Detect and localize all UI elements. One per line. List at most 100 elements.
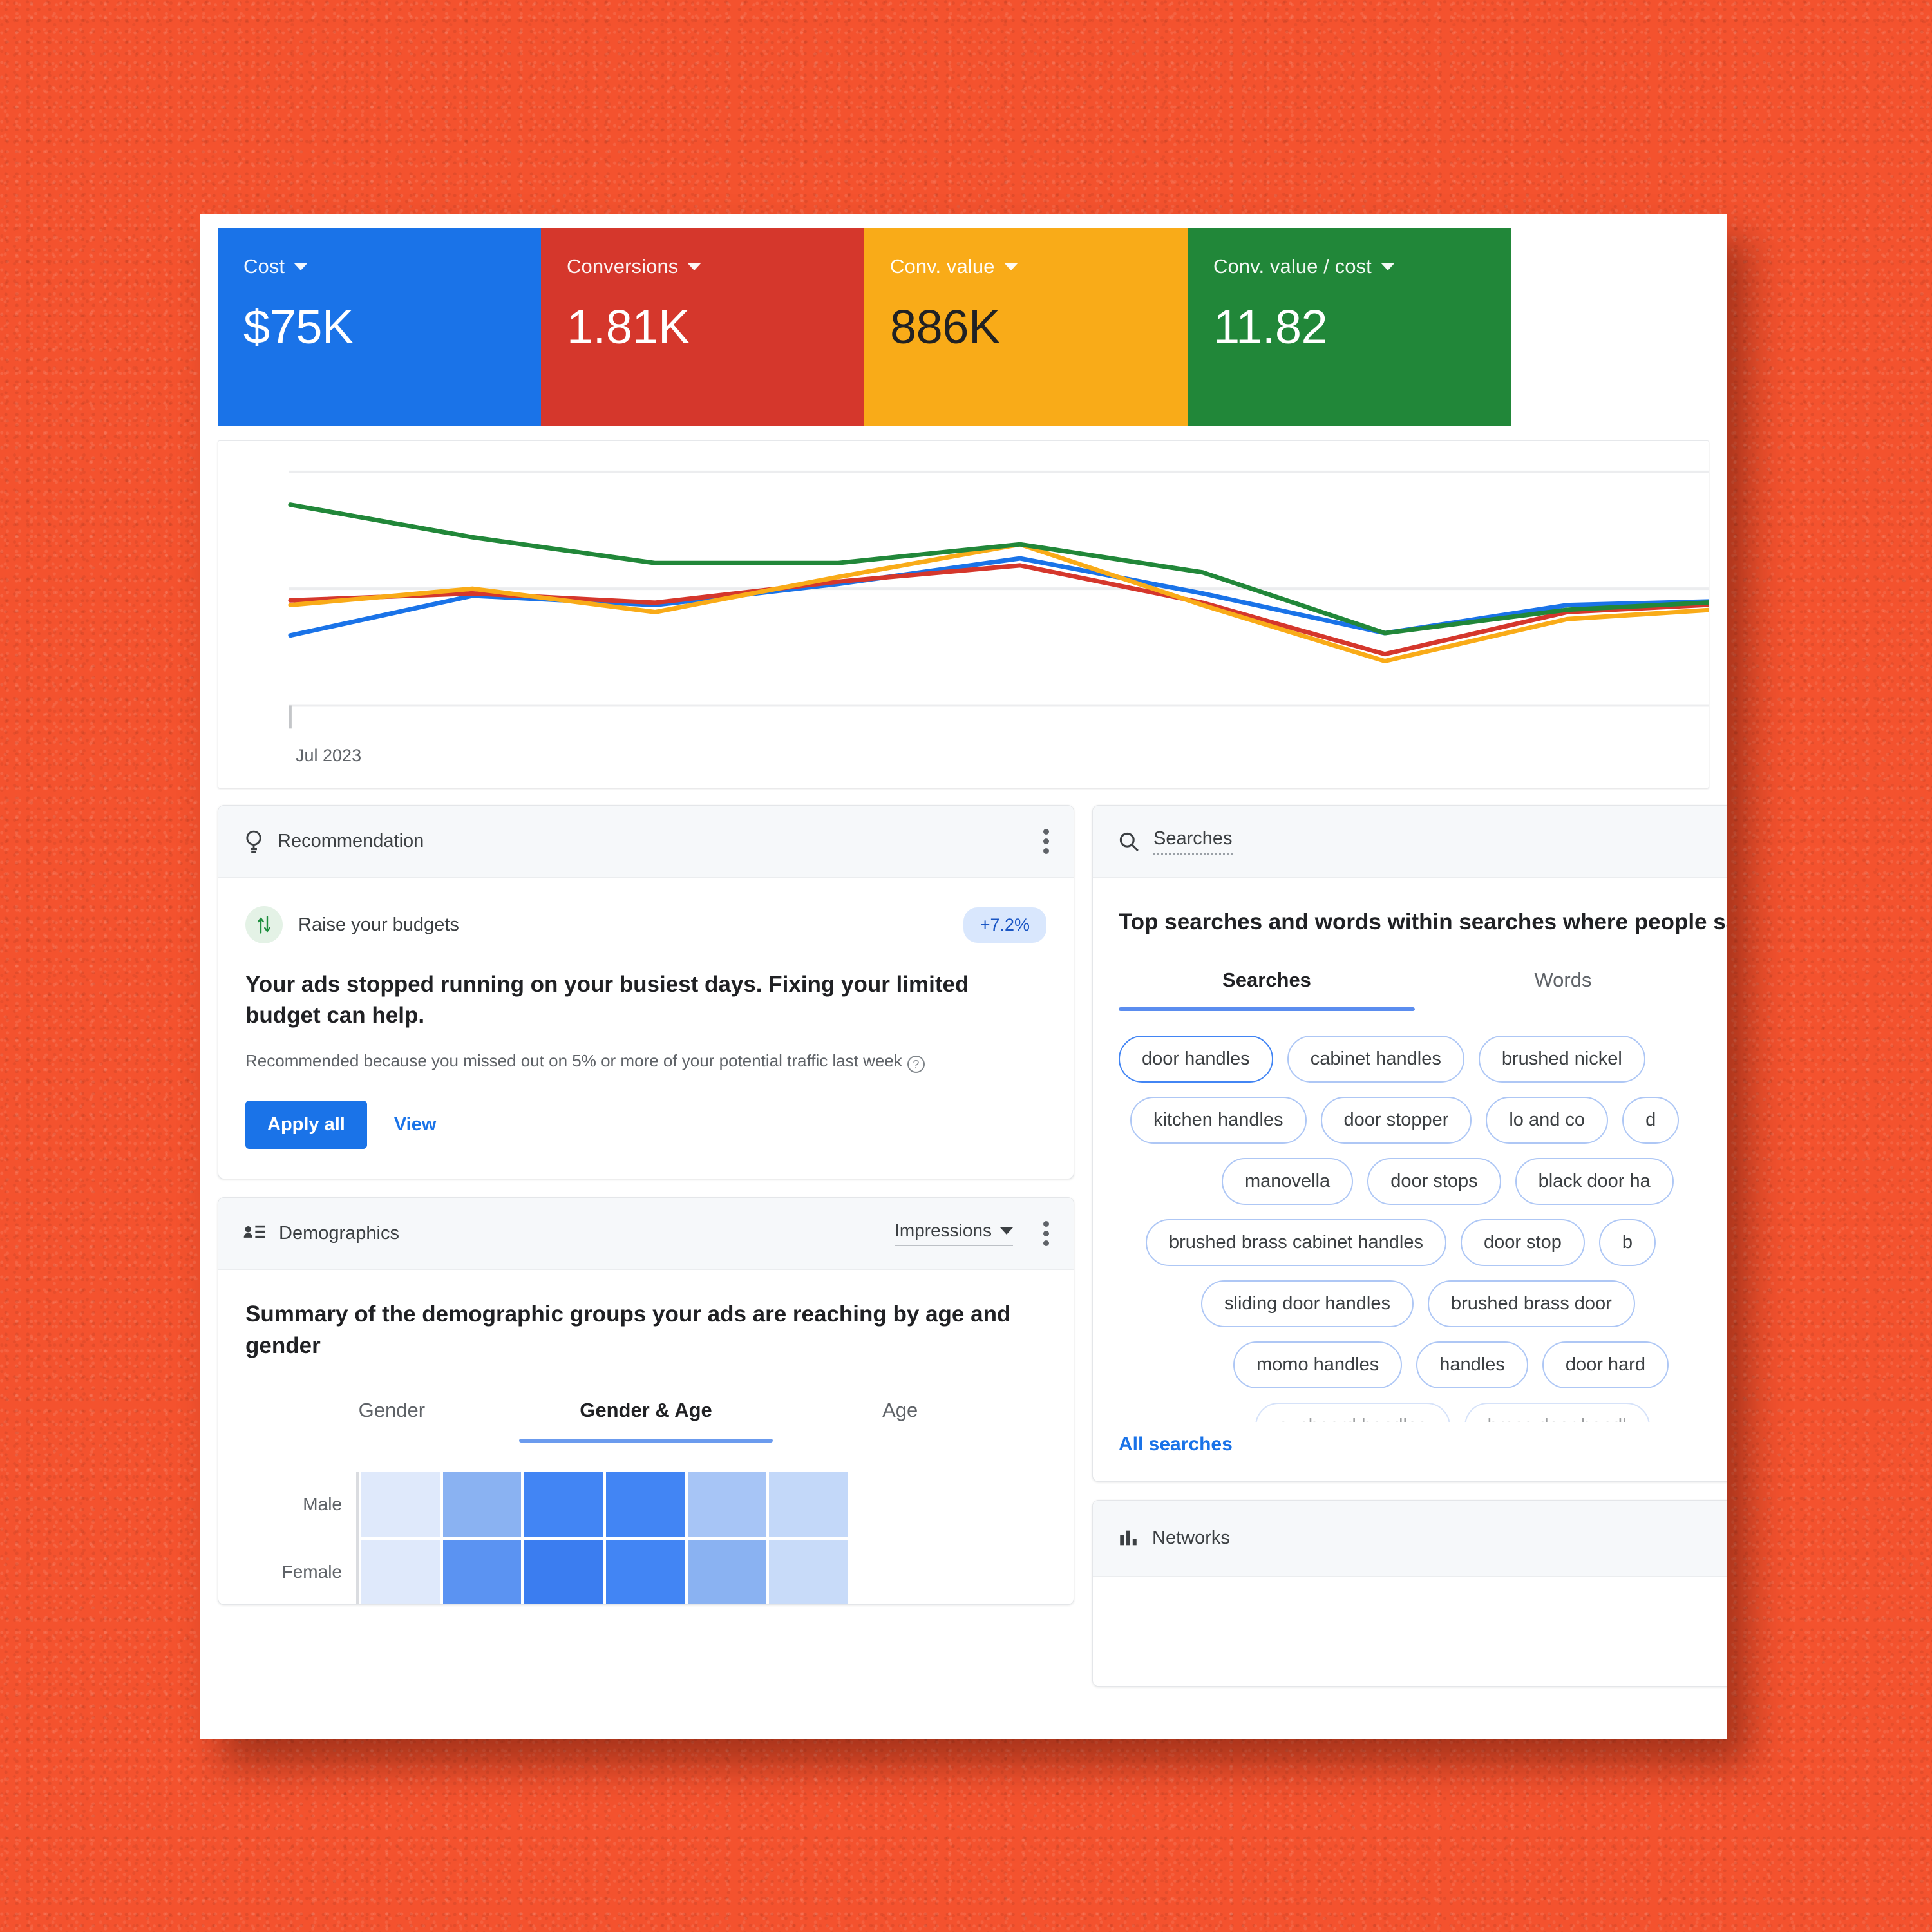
demographics-heatmap: Male Female bbox=[245, 1472, 1046, 1604]
search-term-chip[interactable]: brushed brass cabinet handles bbox=[1146, 1218, 1446, 1266]
search-term-chip[interactable]: door hard bbox=[1542, 1341, 1669, 1388]
metric-card-cost-header[interactable]: Cost bbox=[243, 256, 515, 276]
metric-card-conv-value-value: 886K bbox=[890, 300, 1000, 354]
search-term-chip[interactable]: door stops bbox=[1367, 1157, 1501, 1205]
demographics-metric-select[interactable]: Impressions bbox=[895, 1220, 1013, 1247]
chevron-down-icon[interactable] bbox=[1003, 262, 1018, 270]
search-term-chip[interactable]: cabinet handles bbox=[1287, 1035, 1464, 1083]
tab-searches[interactable]: Searches bbox=[1119, 969, 1415, 1007]
tab-age[interactable]: Age bbox=[773, 1399, 1027, 1439]
search-term-chip[interactable]: d bbox=[1622, 1096, 1680, 1144]
heatmap-cell-male-4[interactable] bbox=[605, 1472, 685, 1537]
heatmap-cell-female-4[interactable] bbox=[605, 1539, 685, 1604]
heatmap-cell-female-6[interactable] bbox=[769, 1539, 848, 1604]
search-term-chip[interactable]: door handles bbox=[1119, 1035, 1273, 1083]
searches-tab-underline-row bbox=[1119, 1007, 1727, 1011]
metric-card-conv-value[interactable]: Conv. value 886K bbox=[864, 228, 1188, 426]
tab-gender[interactable]: Gender bbox=[265, 1399, 519, 1439]
search-term-chip[interactable]: brushed nickel bbox=[1478, 1035, 1645, 1083]
search-term-chip[interactable]: door stop bbox=[1460, 1218, 1585, 1266]
help-circle-icon[interactable]: ? bbox=[907, 1055, 925, 1073]
heatmap-cell-male-2[interactable] bbox=[442, 1472, 522, 1537]
demographics-icon bbox=[243, 1225, 265, 1238]
heatmap-row-label-female: Female bbox=[281, 1561, 342, 1582]
demographics-tab-underline-row bbox=[245, 1438, 1046, 1443]
apply-all-button[interactable]: Apply all bbox=[245, 1100, 367, 1149]
demographics-tabs: Gender Gender & Age Age bbox=[245, 1399, 1046, 1439]
metric-card-cost[interactable]: Cost $75K bbox=[218, 228, 541, 426]
heatmap-cell-female-3[interactable] bbox=[524, 1539, 603, 1604]
chip-row: sliding door handles brushed brass door bbox=[1119, 1280, 1727, 1327]
heatmap-row-labels: Male Female bbox=[253, 1472, 356, 1604]
chevron-down-icon[interactable] bbox=[294, 262, 308, 270]
performance-line-chart[interactable]: Jul 2023 bbox=[218, 440, 1709, 788]
heatmap-row-label-male: Male bbox=[303, 1493, 342, 1514]
search-term-chip[interactable]: kitchen handles bbox=[1130, 1096, 1307, 1144]
metric-card-conv-value-cost[interactable]: Conv. value / cost 11.82 bbox=[1188, 228, 1511, 426]
kebab-menu-icon[interactable] bbox=[1043, 829, 1049, 854]
search-term-chip[interactable]: manovella bbox=[1222, 1157, 1354, 1205]
metric-card-conversions-value: 1.81K bbox=[567, 300, 690, 354]
demographics-card-title: Demographics bbox=[279, 1222, 399, 1244]
metric-card-conversions[interactable]: Conversions 1.81K bbox=[541, 228, 864, 426]
networks-card-body bbox=[1093, 1576, 1727, 1686]
view-button[interactable]: View bbox=[394, 1114, 437, 1135]
metric-card-conv-value-header[interactable]: Conv. value bbox=[890, 256, 1162, 276]
search-term-chip[interactable]: lo and co bbox=[1486, 1096, 1609, 1144]
heatmap-cell-male-6[interactable] bbox=[769, 1472, 848, 1537]
recommendation-item-label: Raise your budgets bbox=[298, 914, 459, 935]
search-term-chip[interactable]: brass door handl bbox=[1464, 1402, 1650, 1422]
chevron-down-icon[interactable] bbox=[687, 262, 702, 270]
search-term-chip-cloud: door handles cabinet handles brushed nicke… bbox=[1119, 1035, 1727, 1422]
demographics-card-header: Demographics Impressions bbox=[218, 1197, 1074, 1270]
search-term-chip[interactable]: door stopper bbox=[1320, 1096, 1472, 1144]
bar-chart-icon bbox=[1120, 1530, 1137, 1546]
heatmap-cell-male-5[interactable] bbox=[687, 1472, 766, 1537]
metric-card-conv-value-cost-header[interactable]: Conv. value / cost bbox=[1213, 256, 1485, 276]
metric-card-conv-value-cost-value: 11.82 bbox=[1213, 300, 1328, 354]
demographics-metric-select-value: Impressions bbox=[895, 1220, 992, 1241]
search-term-chip[interactable]: handles bbox=[1416, 1341, 1528, 1388]
metric-card-conv-value-label: Conv. value bbox=[890, 255, 995, 278]
heatmap-cell-male-3[interactable] bbox=[524, 1472, 603, 1537]
searches-headline: Top searches and words within searches w… bbox=[1119, 909, 1727, 934]
search-term-chip[interactable]: brushed brass door bbox=[1427, 1280, 1635, 1327]
searches-card: Searches Sort by: Impressions Top search… bbox=[1092, 805, 1727, 1482]
recommendation-card-body: Raise your budgets +7.2% Your ads stoppe… bbox=[218, 878, 1074, 1179]
chip-row: manovella door stops black door ha bbox=[1119, 1157, 1727, 1205]
tab-gender-age[interactable]: Gender & Age bbox=[519, 1399, 773, 1439]
chart-x-axis-label: Jul 2023 bbox=[296, 746, 362, 765]
metric-card-cost-value: $75K bbox=[243, 300, 354, 354]
dashboard-lower-grid: Recommendation Raise your budgets +7.2% … bbox=[200, 788, 1727, 1687]
tab-words[interactable]: Words bbox=[1415, 969, 1711, 1007]
heatmap-cell-female-1[interactable] bbox=[361, 1539, 440, 1604]
metric-card-conv-value-cost-label: Conv. value / cost bbox=[1213, 255, 1372, 278]
demographics-card-body: Summary of the demographic groups your a… bbox=[218, 1270, 1074, 1604]
recommendation-headline: Your ads stopped running on your busiest… bbox=[245, 972, 969, 1028]
all-searches-link[interactable]: All searches bbox=[1119, 1434, 1233, 1455]
networks-card-header: Networks bbox=[1093, 1500, 1727, 1577]
chart-line-conversions bbox=[288, 563, 1709, 657]
right-column: Searches Sort by: Impressions Top search… bbox=[1092, 805, 1727, 1687]
search-term-chip[interactable]: cupboard handles bbox=[1255, 1402, 1450, 1422]
search-term-chip[interactable]: momo handles bbox=[1233, 1341, 1403, 1388]
heatmap-cell-male-1[interactable] bbox=[361, 1472, 440, 1537]
search-term-chip[interactable]: b bbox=[1598, 1218, 1656, 1266]
recommendation-card-header: Recommendation bbox=[218, 806, 1074, 878]
heatmap-cell-female-5[interactable] bbox=[687, 1539, 766, 1604]
demographics-headline: Summary of the demographic groups your a… bbox=[245, 1301, 1011, 1358]
searches-card-title: Searches bbox=[1153, 828, 1233, 855]
chevron-down-icon[interactable] bbox=[1380, 262, 1395, 270]
lightbulb-icon bbox=[246, 830, 261, 853]
metric-card-conversions-label: Conversions bbox=[567, 255, 679, 278]
search-term-chip[interactable]: sliding door handles bbox=[1201, 1280, 1414, 1327]
metric-card-strip: Cost $75K Conversions 1.81K Conv. value … bbox=[200, 214, 1727, 426]
heatmap-cell-female-2[interactable] bbox=[442, 1539, 522, 1604]
kebab-menu-icon[interactable] bbox=[1043, 1220, 1049, 1246]
metric-card-conversions-header[interactable]: Conversions bbox=[567, 256, 838, 276]
searches-card-body: Top searches and words within searches w… bbox=[1093, 878, 1727, 1481]
search-term-chip[interactable]: black door ha bbox=[1515, 1157, 1674, 1205]
chevron-down-icon bbox=[1000, 1227, 1013, 1235]
swap-vertical-icon bbox=[245, 906, 283, 943]
recommendation-subtext-wrap: Recommended because you missed out on 5%… bbox=[245, 1048, 1005, 1074]
